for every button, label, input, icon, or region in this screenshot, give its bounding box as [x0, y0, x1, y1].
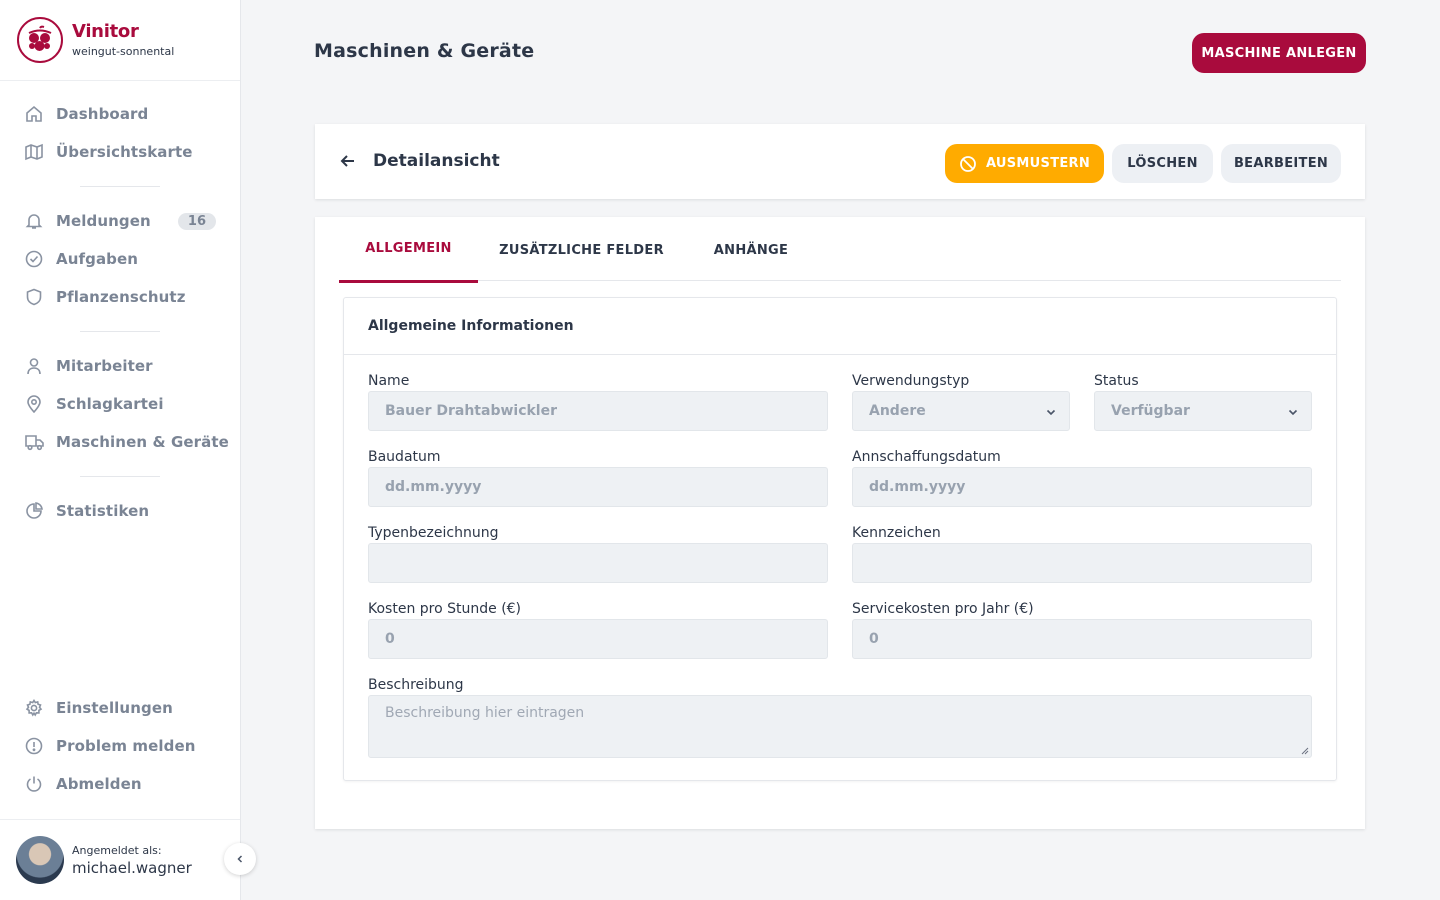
resize-handle-icon[interactable]: [1300, 746, 1309, 755]
chevron-down-icon: [1046, 409, 1056, 416]
sidebar-item-statistics[interactable]: Statistiken: [0, 492, 240, 530]
chevron-down-icon: [1288, 409, 1298, 416]
chevron-left-icon: [237, 855, 243, 863]
sidebar-item-label: Aufgaben: [56, 250, 139, 268]
cost-per-hour-field[interactable]: 0: [368, 619, 828, 659]
usage-type-select[interactable]: Andere: [852, 391, 1070, 431]
delete-button[interactable]: LÖSCHEN: [1112, 144, 1213, 183]
tab-additional-fields[interactable]: ZUSÄTZLICHE FELDER: [494, 217, 669, 283]
purchase-date-label: Annschaffungsdatum: [852, 449, 1001, 465]
sidebar-item-report-problem[interactable]: Problem melden: [0, 727, 240, 765]
main-nav: Dashboard Übersichtskarte Meldungen 16 A…: [0, 95, 240, 530]
alert-circle-icon: [24, 736, 44, 756]
sidebar-item-label: Dashboard: [56, 105, 149, 123]
sidebar-item-machines[interactable]: Maschinen & Geräte: [0, 423, 240, 461]
sidebar-item-label: Meldungen: [56, 212, 151, 230]
logged-in-label: Angemeldet als:: [72, 843, 162, 857]
sidebar-item-employees[interactable]: Mitarbeiter: [0, 347, 240, 385]
sidebar-item-notifications[interactable]: Meldungen 16: [0, 202, 240, 240]
description-textarea[interactable]: Beschreibung hier eintragen: [368, 695, 1312, 758]
brand-name: Vinitor: [72, 21, 139, 42]
shield-icon: [24, 287, 44, 307]
pie-chart-icon: [24, 501, 44, 521]
power-icon: [24, 774, 44, 794]
nav-divider: [80, 186, 160, 187]
detail-title: Detailansicht: [373, 151, 500, 171]
cost-per-hour-label: Kosten pro Stunde (€): [368, 601, 522, 617]
detail-toolbar: Detailansicht AUSMUSTERN LÖSCHEN BEARBEI…: [315, 124, 1365, 199]
sidebar-item-label: Einstellungen: [56, 699, 173, 717]
user-profile[interactable]: Angemeldet als: michael.wagner: [0, 819, 240, 900]
sidebar-item-tasks[interactable]: Aufgaben: [0, 240, 240, 278]
detail-card: ALLGEMEIN ZUSÄTZLICHE FELDER ANHÄNGE All…: [315, 217, 1365, 829]
username: michael.wagner: [72, 858, 192, 877]
retire-button-label: AUSMUSTERN: [985, 156, 1091, 171]
grape-logo-icon: [17, 17, 63, 63]
create-machine-button[interactable]: MASCHINE ANLEGEN: [1192, 33, 1366, 73]
secondary-nav: Einstellungen Problem melden Abmelden: [0, 689, 240, 803]
description-label: Beschreibung: [368, 677, 464, 693]
sidebar: Vinitor weingut-sonnental Dashboard Über…: [0, 0, 241, 900]
name-field[interactable]: Bauer Drahtabwickler: [368, 391, 828, 431]
user-icon: [24, 356, 44, 376]
tab-attachments[interactable]: ANHÄNGE: [701, 217, 801, 283]
retire-button[interactable]: AUSMUSTERN: [945, 144, 1104, 183]
nav-divider: [80, 476, 160, 477]
sidebar-item-label: Abmelden: [56, 775, 142, 793]
service-cost-field[interactable]: 0: [852, 619, 1312, 659]
build-date-field[interactable]: dd.mm.yyyy: [368, 467, 828, 507]
status-select[interactable]: Verfügbar: [1094, 391, 1312, 431]
name-label: Name: [368, 373, 410, 389]
sidebar-item-label: Problem melden: [56, 737, 196, 755]
sidebar-item-label: Schlagkartei: [56, 395, 164, 413]
general-info-panel: Allgemeine Informationen Name Bauer Drah…: [343, 297, 1337, 781]
ban-icon: [960, 155, 976, 172]
brand[interactable]: Vinitor weingut-sonnental: [0, 0, 240, 81]
type-designation-field[interactable]: [368, 543, 828, 583]
location-pin-icon: [24, 394, 44, 414]
build-date-label: Baudatum: [368, 449, 441, 465]
sidebar-item-label: Mitarbeiter: [56, 357, 153, 375]
license-plate-label: Kennzeichen: [852, 525, 941, 541]
sidebar-item-plant-protection[interactable]: Pflanzenschutz: [0, 278, 240, 316]
sidebar-item-dashboard[interactable]: Dashboard: [0, 95, 240, 133]
purchase-date-field[interactable]: dd.mm.yyyy: [852, 467, 1312, 507]
sidebar-item-logout[interactable]: Abmelden: [0, 765, 240, 803]
back-arrow-icon[interactable]: [339, 152, 357, 170]
sidebar-item-label: Maschinen & Geräte: [56, 433, 229, 451]
sidebar-item-label: Übersichtskarte: [56, 143, 193, 161]
description-placeholder: Beschreibung hier eintragen: [385, 705, 585, 721]
usage-type-label: Verwendungstyp: [852, 373, 970, 389]
truck-icon: [24, 432, 44, 452]
sidebar-item-settings[interactable]: Einstellungen: [0, 689, 240, 727]
status-label: Status: [1094, 373, 1139, 389]
notification-count-badge: 16: [177, 212, 216, 230]
edit-button[interactable]: BEARBEITEN: [1221, 144, 1341, 183]
sidebar-item-label: Pflanzenschutz: [56, 288, 186, 306]
status-value: Verfügbar: [1111, 403, 1190, 419]
usage-type-value: Andere: [869, 403, 926, 419]
type-designation-label: Typenbezeichnung: [368, 525, 499, 541]
tab-general[interactable]: ALLGEMEIN: [339, 217, 478, 283]
check-circle-icon: [24, 249, 44, 269]
home-icon: [24, 104, 44, 124]
brand-subtitle: weingut-sonnental: [72, 45, 175, 58]
sidebar-item-label: Statistiken: [56, 502, 150, 520]
panel-title: Allgemeine Informationen: [344, 298, 1336, 355]
gear-icon: [24, 698, 44, 718]
tab-bar: ALLGEMEIN ZUSÄTZLICHE FELDER ANHÄNGE: [339, 217, 1341, 283]
bell-icon: [24, 211, 44, 231]
license-plate-field[interactable]: [852, 543, 1312, 583]
map-icon: [24, 142, 44, 162]
page-title: Maschinen & Geräte: [314, 40, 535, 62]
service-cost-label: Servicekosten pro Jahr (€): [852, 601, 1034, 617]
collapse-sidebar-button[interactable]: [224, 843, 256, 875]
sidebar-item-overview-map[interactable]: Übersichtskarte: [0, 133, 240, 171]
avatar: [16, 836, 64, 884]
sidebar-item-field-register[interactable]: Schlagkartei: [0, 385, 240, 423]
nav-divider: [80, 331, 160, 332]
